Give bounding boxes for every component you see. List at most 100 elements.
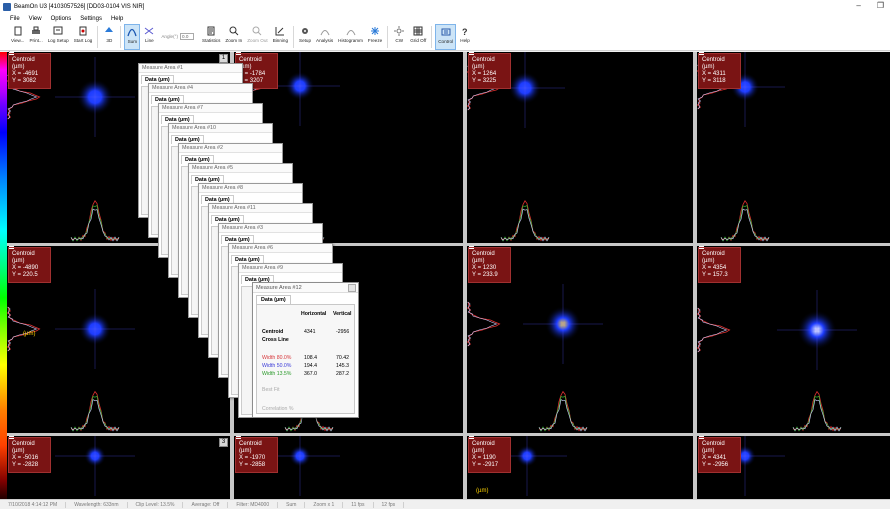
beam-panel-7[interactable]: Centroid (µm) X = 1230 Y = 233.9 <box>467 246 693 433</box>
vertical-profile-red <box>697 307 731 353</box>
start-log-button[interactable]: Start Log <box>72 24 95 50</box>
panel-menu-icon[interactable] <box>236 436 241 439</box>
vertical-profile-white <box>697 307 728 353</box>
statistics-button[interactable]: Statistics <box>200 24 222 50</box>
analysis-button[interactable]: Analysis <box>314 24 335 50</box>
sum-button[interactable]: Sum <box>124 24 141 50</box>
setup-button[interactable]: Setup <box>297 24 313 50</box>
width-50-vertical: 145.3 <box>336 363 349 369</box>
binning-button[interactable]: Binning <box>271 24 290 50</box>
measure-window-title[interactable]: Measure Area #4 <box>149 84 252 93</box>
start-log-icon <box>78 26 88 36</box>
measure-window-title[interactable]: Measure Area #9 <box>239 264 342 273</box>
panel-menu-icon[interactable] <box>9 436 14 439</box>
measure-window-title[interactable]: Measure Area #6 <box>229 244 332 253</box>
measure-area-12-window[interactable]: Measure Area #12 Data (µm) Horizontal Ve… <box>252 282 359 418</box>
beam-panel-3[interactable]: Centroid (µm) X = 1264 Y = 3225 <box>467 52 693 243</box>
grid-off-icon <box>413 26 423 36</box>
centroid-label: Centroid <box>262 329 284 335</box>
3d-button[interactable]: 3D <box>101 24 117 50</box>
measure-area-12-title[interactable]: Measure Area #12 <box>253 283 358 293</box>
beam-panel-10[interactable]: Centroid (µm) X = -1970 Y = -2858 <box>234 436 463 499</box>
print-icon <box>31 26 41 36</box>
panel-menu-icon[interactable] <box>236 52 241 55</box>
panel-menu-icon[interactable] <box>469 436 474 439</box>
close-icon[interactable] <box>348 284 356 292</box>
panel-menu-icon[interactable] <box>699 436 704 439</box>
menu-file[interactable]: File <box>10 16 20 22</box>
horizontal-profile-white <box>70 208 120 242</box>
beam-panel-11[interactable]: Centroid (µm) X = 1190 Y = -2917 <box>467 436 693 499</box>
line-button[interactable]: Line <box>141 24 157 50</box>
centroid-badge: Centroid (µm) X = -1970 Y = -2858 <box>235 436 278 473</box>
status-cell: 7/10/2018 4:14:12 PM <box>0 501 67 508</box>
panel-menu-icon[interactable] <box>699 52 704 55</box>
centroid-vertical: -2956 <box>336 329 350 335</box>
horizontal-profile-white <box>500 208 550 242</box>
centroid-y: Y = 220.5 <box>12 272 38 278</box>
log-setup-button[interactable]: Log Setup <box>46 24 71 50</box>
beam-panel-12[interactable]: Centroid (µm) X = 4341 Y = -2956 <box>697 436 890 499</box>
freeze-button[interactable]: Freeze <box>366 24 384 50</box>
measure-window-title[interactable]: Measure Area #5 <box>189 164 292 173</box>
control-button[interactable]: Control <box>435 24 457 50</box>
zoom-in-button[interactable]: Zoom In <box>223 24 244 50</box>
status-cell: 12 fps <box>374 501 405 508</box>
view-button[interactable]: View... <box>9 24 26 50</box>
centroid-y: Y = 3118 <box>702 78 726 84</box>
help-button[interactable]: ? Help <box>457 24 473 50</box>
correlation-label: Correlation % <box>262 406 294 412</box>
measure-window-title[interactable]: Measure Area #3 <box>219 224 322 233</box>
view-icon <box>13 26 23 36</box>
centroid-title: Centroid (µm) <box>472 57 495 70</box>
menu-view[interactable]: View <box>29 16 42 22</box>
centroid-title: Centroid (µm) <box>702 251 725 264</box>
status-bar: 7/10/2018 4:14:12 PM Wavelength: 633nm Cli… <box>0 499 890 509</box>
measure-window-title[interactable]: Measure Area #2 <box>179 144 282 153</box>
panel-menu-icon[interactable] <box>9 246 14 249</box>
app-logo-icon <box>3 2 11 11</box>
centroid-title: Centroid (µm) <box>472 251 495 264</box>
horizontal-profile-white <box>792 399 842 432</box>
width-50-label: Width 50.0% <box>262 363 292 369</box>
cw-button[interactable]: CW <box>391 24 407 50</box>
menu-help[interactable]: Help <box>111 16 123 22</box>
measure-window-title[interactable]: Measure Area #7 <box>159 104 262 113</box>
panel-menu-icon[interactable] <box>469 52 474 55</box>
minimize-button[interactable]: – <box>856 1 860 10</box>
centroid-x: X = -1784 <box>239 71 266 77</box>
horizontal-profile-white <box>538 399 588 432</box>
beam-panel-4[interactable]: Centroid (µm) X = 4311 Y = 3118 <box>697 52 890 243</box>
beam-panel-8[interactable]: Centroid (µm) X = 4354 Y = 157.3 <box>697 246 890 433</box>
sum-label: Sum <box>127 39 138 44</box>
measure-window-title[interactable]: Measure Area #1 <box>139 64 242 73</box>
measure-window-title[interactable]: Measure Area #11 <box>209 204 312 213</box>
zoom-out-button[interactable]: Zoom Out <box>245 24 269 50</box>
width-80-vertical: 70.42 <box>336 355 349 361</box>
histogramm-button[interactable]: Histogramm <box>336 24 365 50</box>
menu-options[interactable]: Options <box>51 16 72 22</box>
restore-button[interactable]: ❐ <box>877 1 884 10</box>
menu-settings[interactable]: Settings <box>80 16 102 22</box>
grid-off-button[interactable]: Grid Off <box>408 24 428 50</box>
measure-window-title[interactable]: Measure Area #10 <box>169 124 272 133</box>
panel-menu-icon[interactable] <box>469 246 474 249</box>
view-label: View... <box>11 38 25 43</box>
data-tab[interactable]: Data (µm) <box>256 295 291 304</box>
angle-input[interactable]: 0.0 <box>180 32 194 40</box>
status-cell: Filter: MD4000 <box>228 501 279 508</box>
analysis-label: Analysis <box>316 38 334 43</box>
panel-menu-icon[interactable] <box>699 246 704 249</box>
beam-panel-9[interactable]: Centroid (µm) X = -5016 Y = -2828 3 <box>7 436 230 499</box>
status-cell: 11 fps <box>343 501 374 508</box>
window-controls: – ❐ <box>856 1 884 10</box>
width-13-vertical: 287.2 <box>336 371 349 377</box>
width-80-label: Width 80.0% <box>262 355 292 361</box>
centroid-badge: Centroid (µm) X = 1230 Y = 233.9 <box>468 246 511 283</box>
measure-window-title[interactable]: Measure Area #8 <box>199 184 302 193</box>
print-button[interactable]: Print... <box>27 24 44 50</box>
panel-menu-icon[interactable] <box>9 52 14 55</box>
centroid-x: X = 4354 <box>702 265 727 271</box>
sum-icon <box>127 27 137 37</box>
histogramm-icon <box>346 26 356 36</box>
